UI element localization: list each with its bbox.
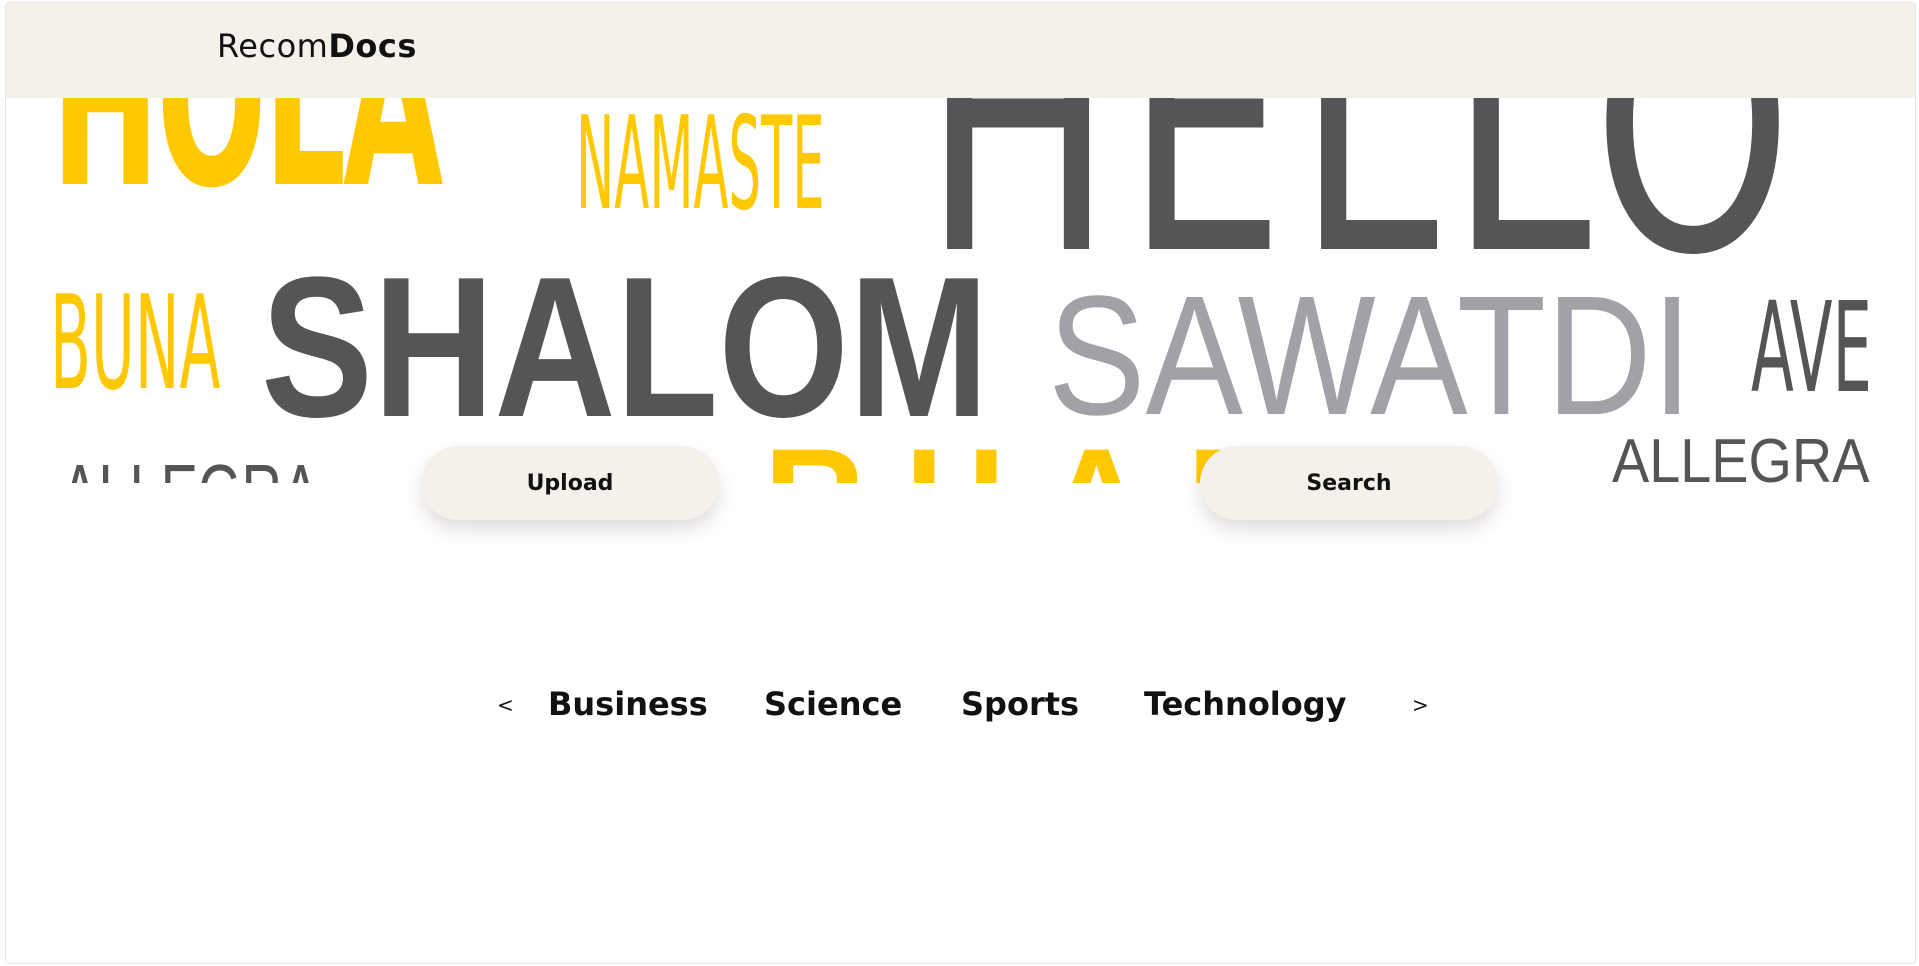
category-technology[interactable]: Technology <box>1144 685 1347 723</box>
brand-suffix: Docs <box>328 27 417 65</box>
category-business[interactable]: Business <box>548 685 708 723</box>
carousel-next-arrow-icon[interactable]: > <box>1412 693 1429 717</box>
banner-word-ave: AVE <box>1751 276 1873 421</box>
banner-word-buna: BUNA <box>50 267 221 419</box>
banner-word-allegra: ALLEGRA <box>1612 427 1870 484</box>
search-button[interactable]: Search <box>1200 446 1498 520</box>
category-sports[interactable]: Sports <box>961 685 1079 723</box>
upload-button[interactable]: Upload <box>421 446 719 520</box>
banner-word-sawatdi: SAWATDI <box>1048 261 1693 451</box>
top-navbar: RecomDocs <box>6 3 1915 98</box>
brand-prefix: Recom <box>217 27 329 65</box>
banner-word-allegra-faint: ALLEGRA <box>61 453 319 484</box>
banner-word-namaste: NAMASTE <box>576 90 825 239</box>
category-carousel: < Business Science Sports Technology > <box>6 685 1915 730</box>
category-science[interactable]: Science <box>764 685 902 723</box>
brand-logo[interactable]: RecomDocs <box>217 27 417 65</box>
app-frame: HOLA NAMASTE HELLO BUNA SHALOM SAWATDI A… <box>5 2 1916 964</box>
carousel-prev-arrow-icon[interactable]: < <box>497 693 514 717</box>
banner-word-shalom: SHALOM <box>261 236 989 459</box>
